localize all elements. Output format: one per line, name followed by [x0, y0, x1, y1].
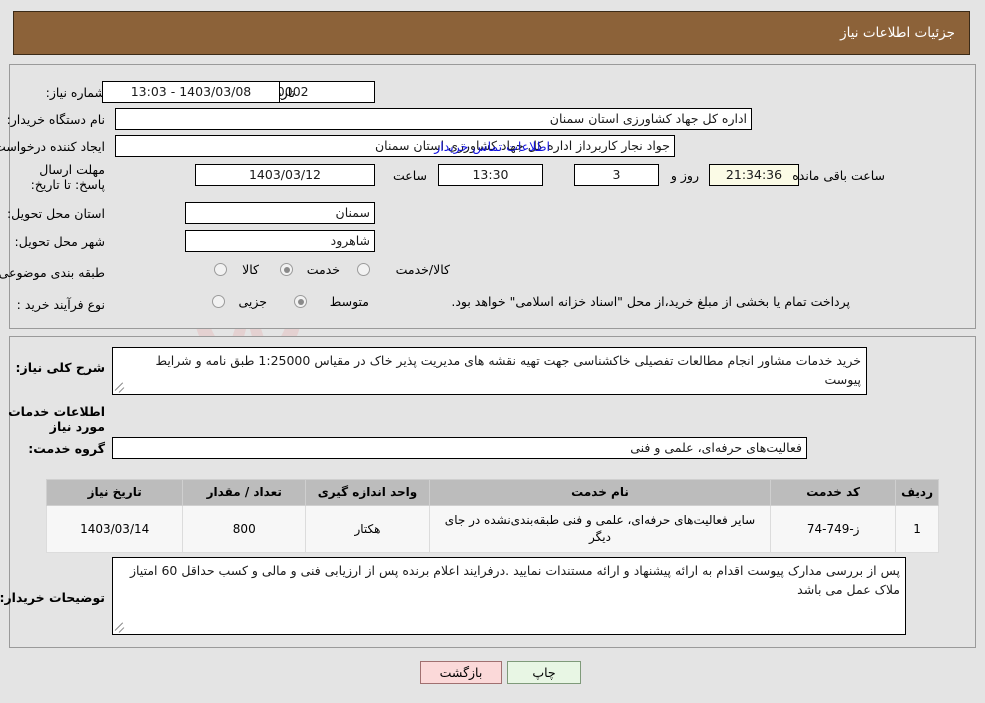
table-header-row: ردیف کد خدمت نام خدمت واحد اندازه گیری ت…: [45, 479, 939, 506]
service-group-label: گروه خدمت:: [28, 441, 105, 456]
resize-grip-icon-notes[interactable]: [114, 621, 127, 633]
services-table: ردیف کد خدمت نام خدمت واحد اندازه گیری ت…: [45, 479, 939, 553]
remaining-days-label: روز و: [670, 168, 699, 183]
table-col-radif: ردیف: [895, 479, 939, 506]
delivery-city-label: شهر محل تحویل:: [14, 234, 105, 249]
need-summary-panel: [9, 64, 976, 329]
radio-purchase-jozei[interactable]: [212, 295, 225, 308]
radio-purchase-motavaset[interactable]: [294, 295, 307, 308]
cell-radif: 1: [895, 505, 939, 553]
service-group-value: فعالیت‌های حرفه‌ای، علمی و فنی: [112, 437, 807, 459]
deadline-time-value: 13:30: [438, 164, 543, 186]
cell-service-code: ز-749-74: [770, 505, 897, 553]
radio-purchase-jozei-label: جزیی: [238, 294, 267, 309]
radio-purchase-motavaset-label: متوسط: [329, 294, 369, 309]
delivery-province-value: سمنان: [185, 202, 375, 224]
radio-category-kala-khedmat[interactable]: [357, 263, 370, 276]
general-description-text: خرید خدمات مشاور انجام مطالعات تفصیلی خا…: [155, 353, 861, 387]
buyer-notes-text: پس از بررسی مدارک پیوست اقدام به ارائه پ…: [129, 563, 900, 597]
countdown-timer-value: 21:34:36: [709, 164, 799, 186]
table-col-service-name: نام خدمت: [428, 479, 772, 506]
window-title-bar: جزئیات اطلاعات نیاز: [13, 11, 970, 55]
cell-quantity: 800: [182, 505, 307, 553]
need-number-label: شماره نیاز:: [45, 85, 105, 100]
cell-need-date: 1403/03/14: [45, 505, 184, 553]
back-button[interactable]: بازگشت: [420, 661, 502, 684]
print-button[interactable]: چاپ: [507, 661, 581, 684]
buyer-contact-link[interactable]: اطلاعات تماس خریدار: [434, 139, 550, 154]
cell-service-name: سایر فعالیت‌های حرفه‌ای، علمی و فنی طبقه…: [428, 505, 772, 553]
remaining-days-value: 3: [574, 164, 659, 186]
cell-unit: هکتار: [305, 505, 430, 553]
radio-category-kala-label: کالا: [242, 262, 259, 277]
buyer-org-label: نام دستگاه خریدار:: [6, 112, 105, 127]
general-description-value[interactable]: خرید خدمات مشاور انجام مطالعات تفصیلی خا…: [112, 347, 867, 395]
deadline-date-value: 1403/03/12: [195, 164, 375, 186]
delivery-province-label: استان محل تحویل:: [6, 206, 105, 221]
table-col-service-code: کد خدمت: [770, 479, 897, 506]
table-col-unit: واحد اندازه گیری: [305, 479, 430, 506]
services-section-heading: اطلاعات خدمات مورد نیاز: [8, 404, 105, 434]
table-col-quantity: تعداد / مقدار: [182, 479, 307, 506]
buyer-notes-label: توضیحات خریدار:: [0, 590, 105, 605]
delivery-city-value: شاهرود: [185, 230, 375, 252]
buyer-notes-value[interactable]: پس از بررسی مدارک پیوست اقدام به ارائه پ…: [112, 557, 906, 635]
deadline-time-label: ساعت: [392, 168, 427, 183]
deadline-label: مهلت ارسال پاسخ: تا تاریخ:: [30, 162, 105, 192]
page-root: AriaTender.net جزئیات اطلاعات نیاز شماره…: [0, 0, 985, 703]
radio-category-khedmat[interactable]: [280, 263, 293, 276]
table-col-need-date: تاریخ نیاز: [45, 479, 184, 506]
general-description-label: شرح کلی نیاز:: [15, 360, 105, 375]
payment-note: پرداخت تمام یا بخشی از مبلغ خرید،از محل …: [451, 294, 850, 309]
radio-category-kala-khedmat-label: کالا/خدمت: [395, 262, 450, 277]
radio-category-khedmat-label: خدمت: [306, 262, 340, 277]
purchase-type-label: نوع فرآیند خرید :: [16, 297, 105, 312]
table-row: 1 ز-749-74 سایر فعالیت‌های حرفه‌ای، علمی…: [45, 505, 939, 553]
subject-category-label: طبقه بندی موضوعی:: [0, 265, 105, 280]
request-creator-value: جواد نجار کاربرداز اداره کل جهاد کشاورزی…: [115, 135, 675, 157]
resize-grip-icon[interactable]: [114, 381, 127, 393]
page-title: جزئیات اطلاعات نیاز: [840, 25, 955, 41]
request-creator-label: ایجاد کننده درخواست:: [0, 139, 105, 154]
countdown-label: ساعت باقی مانده: [792, 168, 885, 183]
buyer-org-value: اداره کل جهاد کشاورزی استان سمنان: [115, 108, 752, 130]
radio-category-kala[interactable]: [214, 263, 227, 276]
announce-datetime-value: 1403/03/08 - 13:03: [102, 81, 280, 103]
